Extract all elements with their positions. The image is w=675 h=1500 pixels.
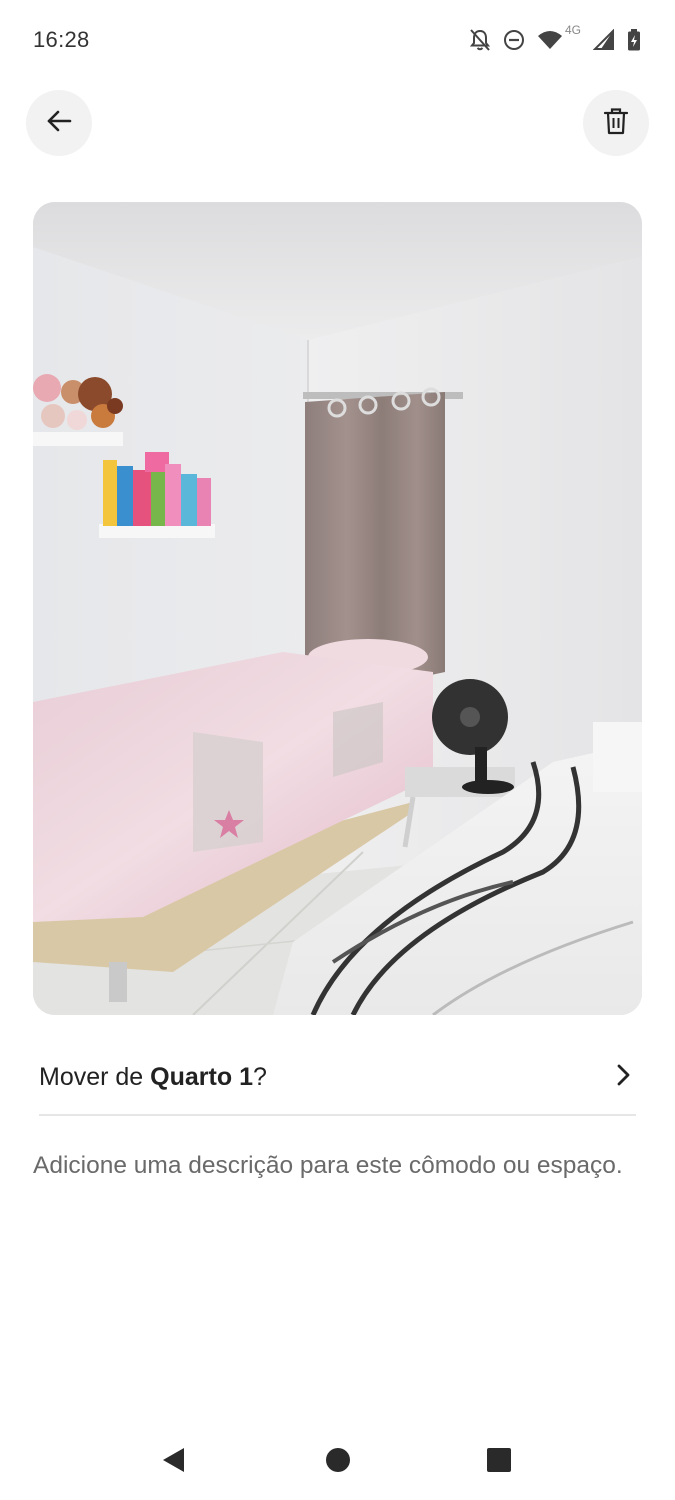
home-circle-icon bbox=[325, 1447, 351, 1478]
move-room-label: Mover de Quarto 1? bbox=[39, 1063, 267, 1092]
bedroom-photo bbox=[33, 202, 642, 1015]
wifi-icon: 4G bbox=[537, 23, 581, 51]
back-triangle-icon bbox=[160, 1446, 186, 1479]
description-field[interactable]: Adicione uma descrição para este cômodo … bbox=[33, 1146, 633, 1186]
status-icons: 4G bbox=[469, 23, 641, 52]
trash-icon bbox=[603, 107, 629, 140]
system-home-button[interactable] bbox=[316, 1440, 360, 1484]
move-room-row[interactable]: Mover de Quarto 1? bbox=[39, 1040, 636, 1116]
photo-edit-screen: 16:28 4G Mover de Quarto 1? Adicione uma… bbox=[0, 0, 675, 1500]
recents-square-icon bbox=[486, 1447, 512, 1478]
system-recents-button[interactable] bbox=[477, 1440, 521, 1484]
back-button[interactable] bbox=[26, 90, 92, 156]
status-time: 16:28 bbox=[33, 27, 90, 52]
status-bar: 16:28 4G bbox=[0, 0, 675, 80]
delete-photo-button[interactable] bbox=[583, 90, 649, 156]
notifications-off-icon bbox=[469, 28, 491, 52]
system-navigation-bar bbox=[0, 1420, 675, 1500]
chevron-right-icon bbox=[616, 1063, 632, 1092]
cellular-signal-icon bbox=[593, 29, 615, 51]
move-room-prefix: Mover de bbox=[39, 1062, 151, 1091]
network-type-label: 4G bbox=[564, 23, 581, 37]
do-not-disturb-icon bbox=[503, 29, 525, 51]
arrow-left-icon bbox=[45, 107, 73, 140]
system-back-button[interactable] bbox=[151, 1440, 195, 1484]
battery-charging-icon bbox=[627, 29, 641, 51]
move-room-name: Quarto 1 bbox=[150, 1062, 253, 1091]
move-room-suffix: ? bbox=[252, 1062, 267, 1091]
